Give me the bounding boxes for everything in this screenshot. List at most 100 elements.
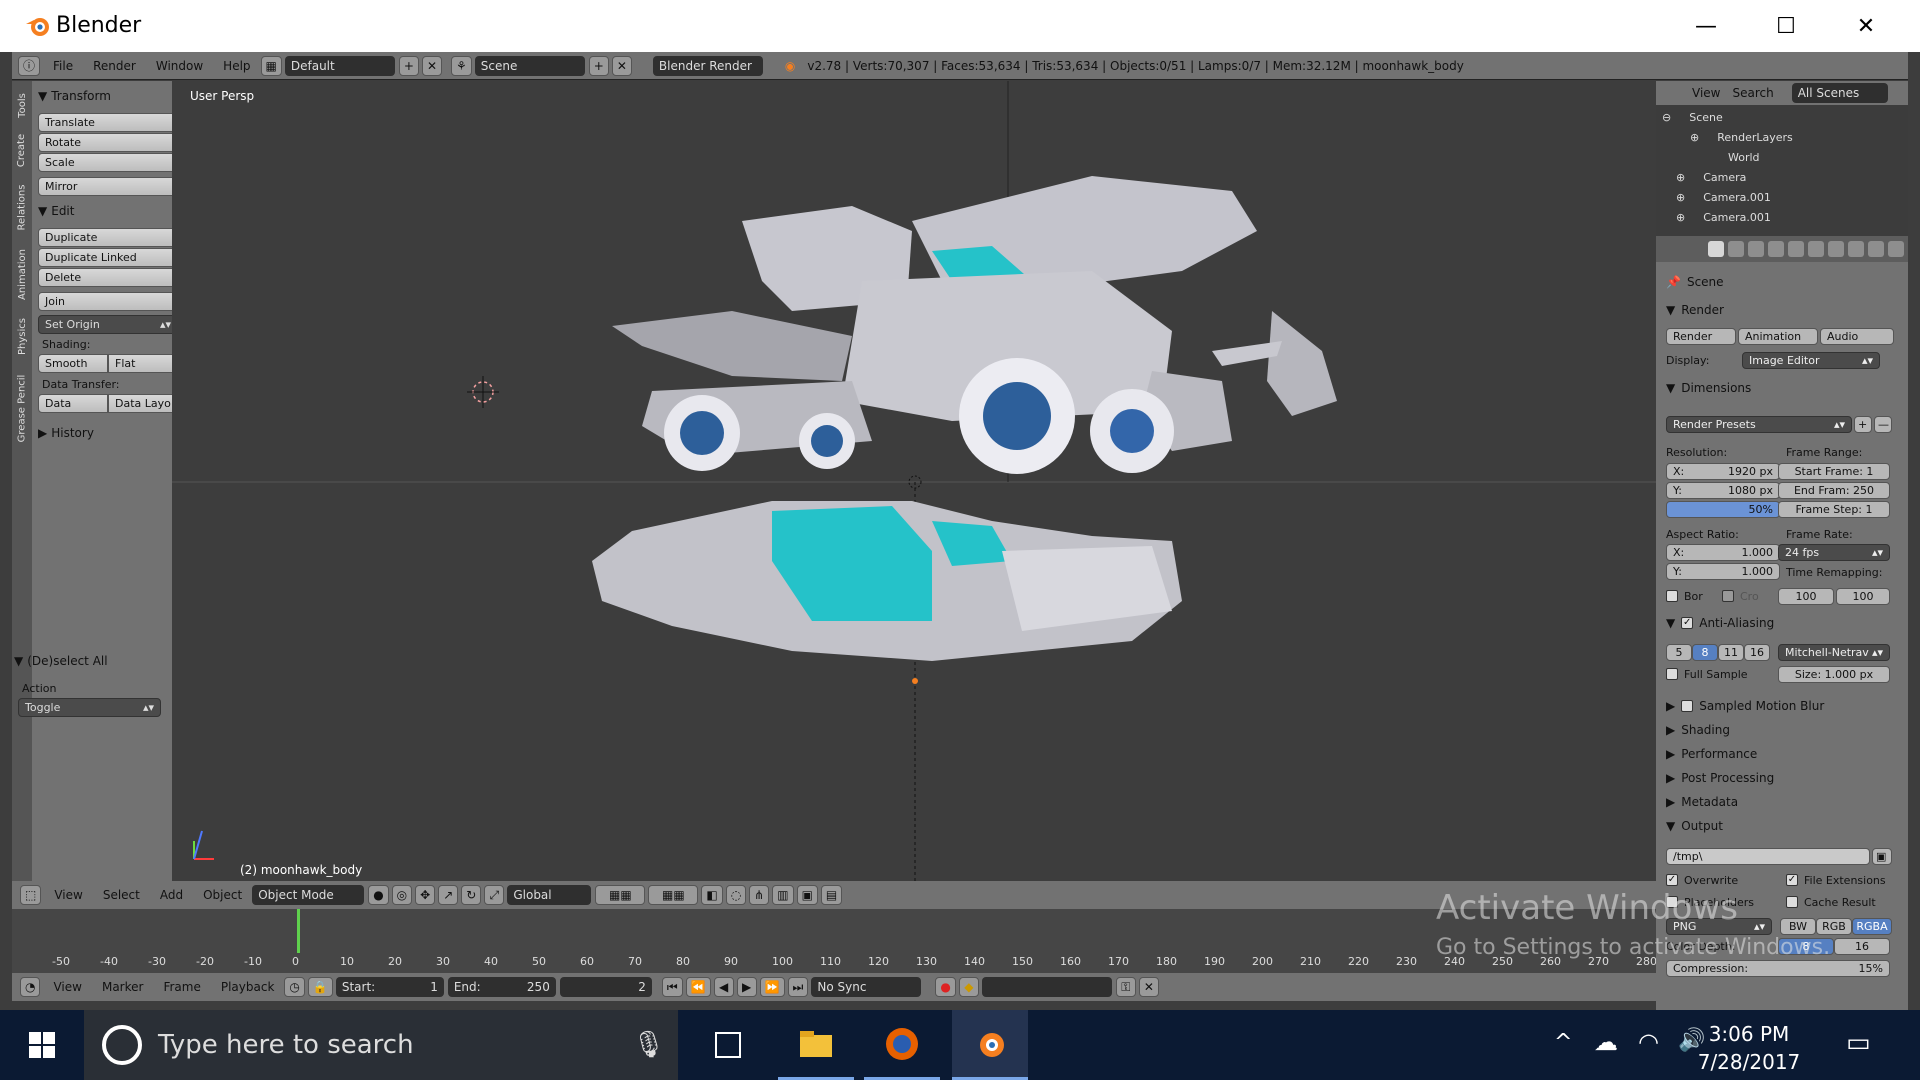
aa-size-field[interactable]: Size: 1.000 px [1778, 666, 1890, 683]
crop-checkbox[interactable]: Cro [1722, 586, 1759, 606]
aa-samples-5[interactable]: 5 [1666, 644, 1692, 661]
lock-time-icon[interactable]: 🔒 [307, 977, 333, 997]
layers-tab-icon[interactable] [1728, 241, 1744, 257]
sync-dropdown[interactable]: No Sync [811, 977, 922, 997]
audio-button[interactable]: Audio [1820, 328, 1894, 345]
timeline[interactable]: -50 -40 -30 -20 -10 0 10 20 30 40 50 60 70 80 90 100 110… [12, 909, 1657, 973]
data-tab-icon[interactable] [1848, 241, 1864, 257]
remove-layout-button[interactable]: ✕ [421, 55, 442, 76]
smooth-button[interactable]: Smooth [38, 354, 108, 373]
browse-folder-icon[interactable]: ▣ [1872, 848, 1892, 865]
metadata-panel-header[interactable]: ▶ Metadata [1666, 792, 1738, 812]
add-layout-button[interactable]: + [398, 55, 419, 76]
texture-tab-icon[interactable] [1888, 241, 1904, 257]
flat-button[interactable]: Flat [108, 354, 178, 373]
edit-panel-header[interactable]: ▼ Edit [38, 200, 178, 222]
outliner-filter-dropdown[interactable]: All Scenes [1791, 83, 1888, 103]
blender-taskbar-icon[interactable] [952, 1010, 1028, 1080]
mirror-button[interactable]: Mirror [38, 177, 178, 196]
object-tab-icon[interactable] [1788, 241, 1804, 257]
anti-aliasing-panel-header[interactable]: ▼ ✓ Anti-Aliasing [1666, 613, 1774, 633]
current-frame-field[interactable]: 2 [559, 977, 652, 997]
world-tab-icon[interactable] [1768, 241, 1784, 257]
border-checkbox[interactable]: Bor [1666, 586, 1703, 606]
modifiers-tab-icon[interactable] [1828, 241, 1844, 257]
frame-rate-dropdown[interactable]: 24 fps ▴▾ [1778, 544, 1890, 561]
orientation-dropdown[interactable]: Global [507, 885, 592, 905]
tl-menu-frame[interactable]: Frame [153, 973, 210, 1001]
frame-step-prop[interactable]: Frame Step: 1 [1778, 501, 1890, 518]
maximize-button[interactable]: ☐ [1746, 0, 1826, 52]
outliner-item-camera[interactable]: ⊕ Camera [1656, 167, 1908, 187]
keying-set-icon[interactable]: ◆ [958, 977, 979, 997]
history-panel-header[interactable]: ▶ History [38, 422, 178, 444]
tl-menu-view[interactable]: View [43, 973, 91, 1001]
file-extensions-checkbox[interactable]: ✓ File Extensions [1786, 870, 1886, 890]
jump-end-icon[interactable]: ⏭ [787, 977, 809, 997]
jump-key-forward-icon[interactable]: ⏩ [759, 977, 785, 997]
play-reverse-icon[interactable]: ◀ [713, 977, 734, 997]
start-frame-prop[interactable]: Start Frame: 1 [1778, 463, 1890, 480]
firefox-icon[interactable] [864, 1010, 940, 1080]
task-view-icon[interactable] [690, 1010, 766, 1080]
insert-keyframe-icon[interactable]: ⚿ [1115, 977, 1136, 997]
color-rgba-button[interactable]: RGBA [1852, 918, 1892, 935]
system-clock[interactable]: 3:06 PM 7/28/2017 [1694, 1020, 1804, 1076]
aa-filter-dropdown[interactable]: Mitchell-Netrav ▴▾ [1778, 644, 1890, 661]
snap-element-icon[interactable]: ▥ [772, 885, 794, 905]
wifi-icon[interactable]: ◠ [1638, 1028, 1659, 1056]
translate-button[interactable]: Translate [38, 113, 178, 132]
windows-start-icon[interactable] [4, 1010, 80, 1080]
file-format-dropdown[interactable]: PNG ▴▾ [1666, 918, 1772, 935]
lock-layers-icon[interactable]: ◧ [701, 885, 723, 905]
menu-help[interactable]: Help [213, 52, 260, 80]
resolution-y-field[interactable]: Y: 1080 px [1666, 482, 1780, 499]
start-frame-field[interactable]: Start: 1 [335, 977, 444, 997]
color-rgb-button[interactable]: RGB [1816, 918, 1852, 935]
end-frame-field[interactable]: End: 250 [447, 977, 556, 997]
remove-preset-button[interactable]: — [1874, 416, 1892, 433]
tab-relations[interactable]: Relations [12, 175, 32, 239]
remap-new-field[interactable]: 100 [1836, 588, 1890, 605]
layers-a-icon[interactable]: ▦▦ [595, 885, 646, 905]
aa-samples-8[interactable]: 8 [1692, 644, 1718, 661]
data-button[interactable]: Data [38, 394, 108, 413]
set-origin-dropdown[interactable]: Set Origin ▴▾ [38, 315, 178, 334]
cache-result-checkbox[interactable]: Cache Result [1786, 892, 1876, 912]
animation-button[interactable]: Animation [1738, 328, 1818, 345]
tab-grease-pencil[interactable]: Grease Pencil [12, 363, 32, 453]
rotate-manipulator-icon[interactable]: ↻ [461, 885, 482, 905]
performance-panel-header[interactable]: ▶ Performance [1666, 744, 1757, 764]
data-layout-button[interactable]: Data Layo [108, 394, 178, 413]
render-button[interactable]: Render [1666, 328, 1736, 345]
aspect-x-field[interactable]: X: 1.000 [1666, 544, 1780, 561]
dimensions-panel-header[interactable]: ▼ Dimensions [1666, 378, 1751, 398]
taskbar-search[interactable]: Type here to search 🎙 [84, 1010, 678, 1080]
post-processing-panel-header[interactable]: ▶ Post Processing [1666, 768, 1774, 788]
show-hidden-icons-icon[interactable]: ^ [1554, 1030, 1572, 1055]
opengl-render-icon[interactable]: ▤ [820, 885, 843, 905]
delete-keyframe-icon[interactable]: ✕ [1138, 977, 1159, 997]
add-scene-button[interactable]: + [588, 55, 609, 76]
tab-tools[interactable]: Tools [12, 85, 32, 125]
outliner-item-camera-001[interactable]: ⊕ Camera.001 [1656, 187, 1908, 207]
output-panel-header[interactable]: ▼ Output [1666, 816, 1723, 836]
color-depth-8[interactable]: 8 [1778, 938, 1834, 955]
deselect-operator-header[interactable]: ▼ (De)select All [14, 650, 178, 672]
minimize-button[interactable]: — [1666, 0, 1746, 52]
menu-add[interactable]: Add [150, 881, 193, 909]
translate-manipulator-icon[interactable]: ↗ [438, 885, 459, 905]
aspect-y-field[interactable]: Y: 1.000 [1666, 563, 1780, 580]
current-frame-marker[interactable] [297, 909, 300, 953]
scene-field[interactable]: Scene [474, 55, 585, 76]
render-presets-dropdown[interactable]: Render Presets ▴▾ [1666, 416, 1852, 433]
editor-type-timeline-icon[interactable]: ◔ [20, 977, 41, 997]
close-button[interactable]: ✕ [1826, 0, 1906, 52]
aa-samples-16[interactable]: 16 [1744, 644, 1770, 661]
tab-physics[interactable]: Physics [12, 309, 32, 363]
color-bw-button[interactable]: BW [1780, 918, 1816, 935]
object-origin-icon[interactable] [912, 678, 918, 684]
play-icon[interactable]: ▶ [736, 977, 757, 997]
placeholders-checkbox[interactable]: Placeholders [1666, 892, 1754, 912]
delete-button[interactable]: Delete [38, 268, 178, 287]
